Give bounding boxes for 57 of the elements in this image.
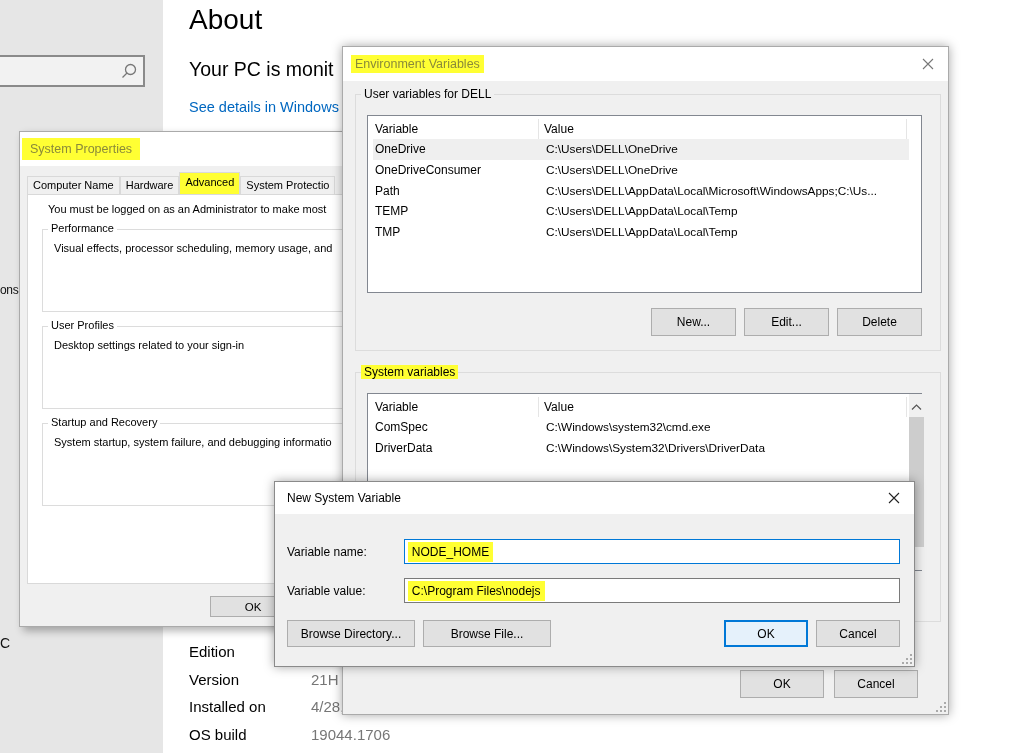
spec-label: OS build [189,725,248,743]
column-header[interactable]: Value [539,397,574,417]
list-row[interactable]: Path C:\Users\DELL\AppData\Local\Microsoft\WindowsApps;C:\Us... [373,180,909,202]
window-title: Environment Variables [351,55,484,73]
tab[interactable]: System Protectio [240,176,336,194]
field-label: Variable name: [287,544,368,559]
group-title: System variables [361,365,459,379]
tab[interactable]: Advanced [179,172,241,194]
close-icon[interactable] [888,492,900,504]
group-title: Performance [48,222,117,234]
scroll-up-icon[interactable] [911,403,922,411]
window-title: System Properties [22,138,141,160]
section-heading: Your PC is monit [189,58,334,81]
dialog-button[interactable]: Cancel [816,620,900,647]
list-row[interactable]: TMP C:\Users\DELL\AppData\Local\Temp [373,221,909,243]
dialog-button[interactable]: OK [724,620,808,647]
dialog-button[interactable]: New... [651,308,736,336]
dialog-button[interactable]: OK [740,670,824,698]
list-row[interactable]: TEMP C:\Users\DELL\AppData\Local\Temp [373,201,909,222]
search-icon[interactable] [121,63,137,79]
group-description: Desktop settings related to your sign-in [54,339,246,351]
dialog-button[interactable]: Cancel [834,670,918,698]
page-title: About [189,4,263,36]
sidebar-item[interactable]: C [0,635,10,651]
notice-text: You must be logged on as an Administrator to make most [48,203,328,215]
spec-value: 4/28, [311,698,345,716]
window-title: New System Variable [286,490,402,507]
dialog-button[interactable]: Browse Directory... [287,620,415,647]
list-row[interactable]: OneDrive C:\Users\DELL\OneDrive [373,139,909,160]
list-row[interactable]: ComSpec C:\Windows\system32\cmd.exe [373,417,909,438]
tab[interactable]: Computer Name [27,176,120,194]
column-header[interactable]: Value [539,119,574,139]
spec-label: Edition [189,643,236,661]
list-row[interactable]: OneDriveConsumer C:\Users\DELL\OneDrive [373,159,909,181]
sidebar-item[interactable]: ons [0,283,19,297]
text-field[interactable]: NODE_HOME [403,539,900,564]
search-field[interactable] [0,55,145,87]
field-label: Variable value: [287,583,367,598]
details-link[interactable]: See details in Windows [189,99,339,115]
list-row[interactable]: DriverData C:\Windows\System32\Drivers\DriverData [373,437,909,459]
group-title: User variables for DELL [361,87,495,101]
tab[interactable]: Hardware [119,176,180,194]
dialog-button[interactable]: Browse File... [423,620,551,647]
group-title: Startup and Recovery [48,416,161,428]
resize-grip-icon[interactable] [902,654,912,664]
spec-value: 19044.1706 [311,725,391,743]
dialog-button[interactable]: Delete [837,308,922,336]
text-field[interactable]: C:\Program Files\nodejs [403,578,900,603]
column-header[interactable]: Variable [373,397,539,417]
group-title: User Profiles [48,319,117,331]
spec-label: Installed on [189,698,267,716]
resize-grip-icon[interactable] [936,702,946,712]
spec-value: 21H [311,670,339,688]
spec-label: Version [189,670,241,688]
group-description: System startup, system failure, and debugging informatio [54,436,333,448]
dialog-button[interactable]: Edit... [744,308,829,336]
group-description: Visual effects, processor scheduling, memory usage, and [54,242,334,254]
